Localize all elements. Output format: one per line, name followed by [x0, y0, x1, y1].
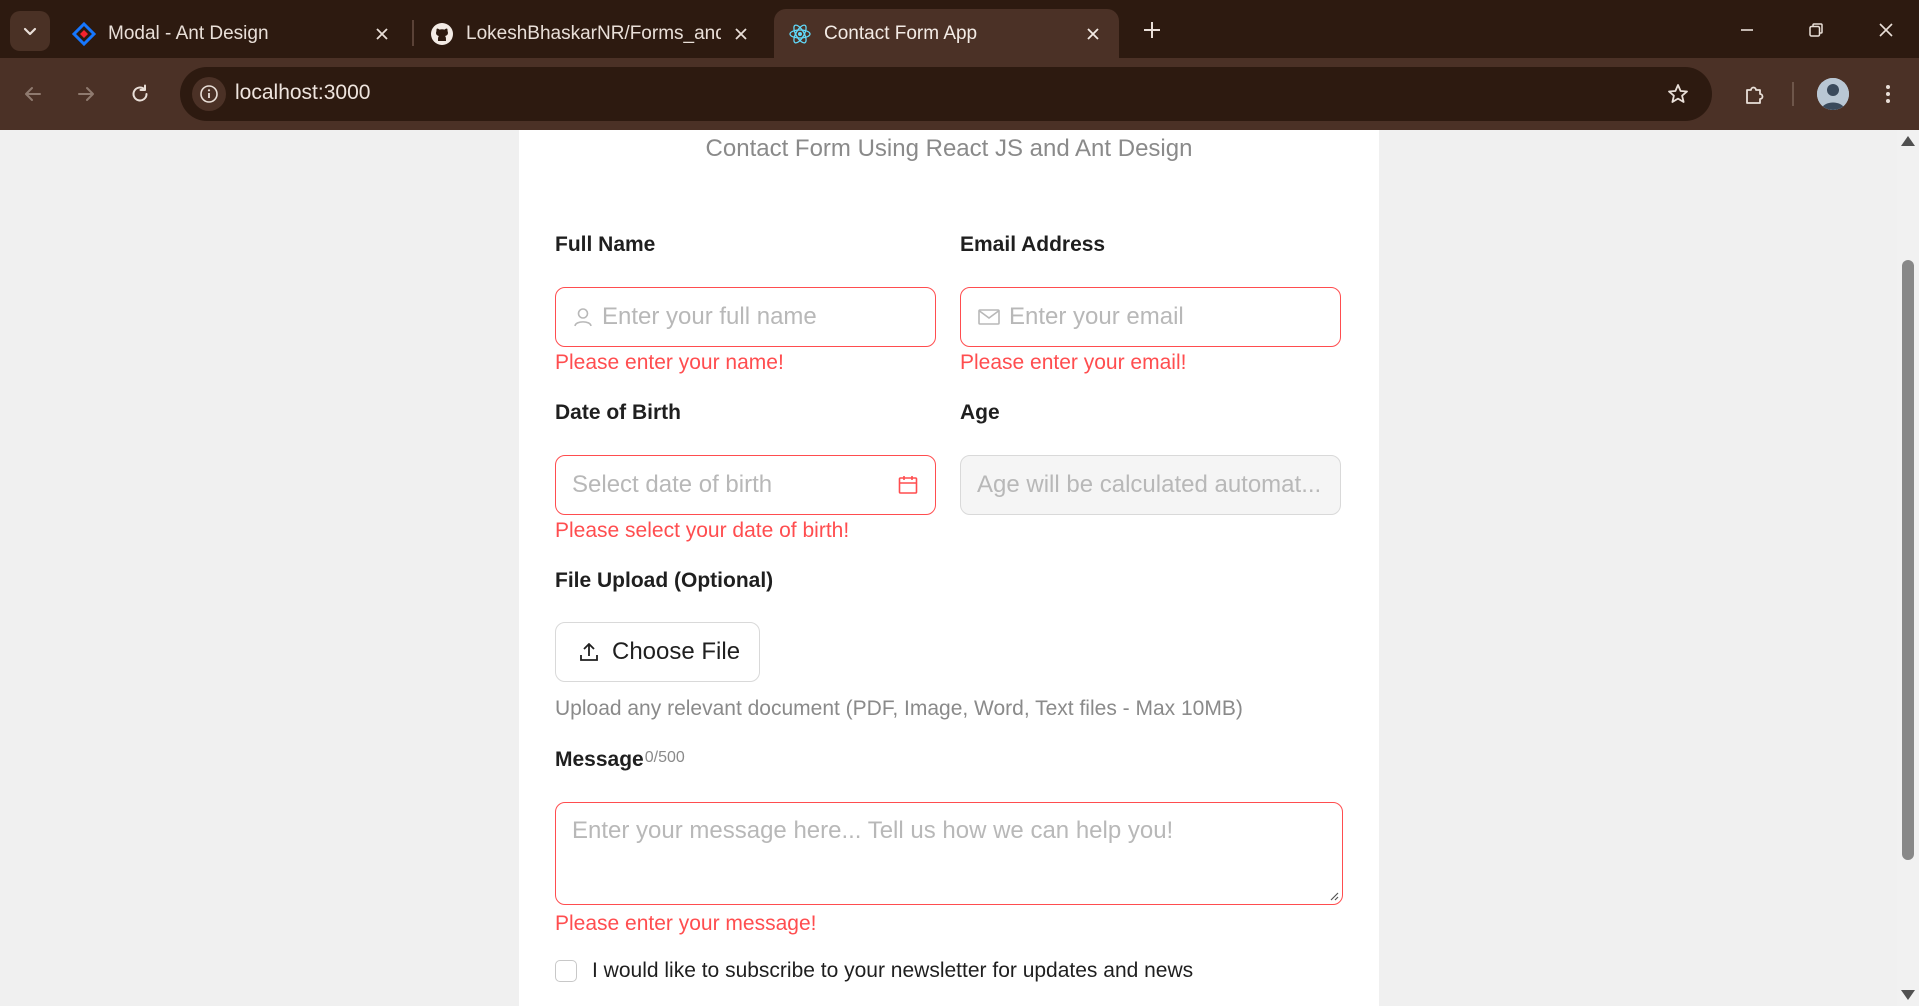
info-icon	[200, 85, 218, 103]
message-label: Message0/500	[555, 748, 685, 772]
contact-form-card: Contact Form Using React JS and Ant Desi…	[519, 130, 1379, 1006]
email-input[interactable]: Enter your email	[960, 287, 1341, 347]
choose-file-label: Choose File	[612, 638, 741, 665]
message-char-counter: 0/500	[644, 749, 685, 766]
plus-icon	[1144, 22, 1160, 38]
arrow-right-icon	[78, 87, 94, 101]
react-logo-icon	[788, 22, 812, 46]
ant-design-logo-icon	[72, 21, 96, 46]
reload-icon	[132, 84, 148, 102]
extensions-button[interactable]	[1735, 74, 1775, 114]
page-viewport: Contact Form Using React JS and Ant Desi…	[0, 130, 1919, 1006]
menu-button[interactable]	[1868, 74, 1908, 114]
tab-title: Contact Form App	[824, 22, 978, 44]
more-vertical-icon	[1886, 85, 1890, 103]
restore-icon	[1809, 23, 1823, 37]
github-icon	[430, 22, 454, 46]
tab-modal-ant-design[interactable]: Modal - Ant Design	[58, 9, 408, 58]
scroll-thumb[interactable]	[1902, 260, 1914, 860]
newsletter-checkbox[interactable]	[555, 960, 577, 982]
tab-search-button[interactable]	[10, 11, 50, 51]
tab-divider	[412, 20, 414, 46]
puzzle-icon	[1746, 86, 1764, 104]
browser-toolbar: localhost:3000	[0, 58, 1919, 130]
full-name-error: Please enter your name!	[555, 351, 784, 374]
message-placeholder: Enter your message here... Tell us how w…	[572, 817, 1174, 844]
bookmark-button[interactable]	[1664, 80, 1692, 108]
user-icon	[572, 306, 594, 328]
file-upload-hint: Upload any relevant document (PDF, Image…	[555, 697, 1243, 720]
resize-handle-icon[interactable]	[1329, 891, 1339, 901]
full-name-input[interactable]: Enter your full name	[555, 287, 936, 347]
age-input: Age will be calculated automat...	[960, 455, 1341, 515]
restore-button[interactable]	[1796, 12, 1836, 48]
email-error: Please enter your email!	[960, 351, 1187, 374]
forward-button[interactable]	[66, 74, 106, 114]
site-info-button[interactable]	[192, 77, 226, 111]
arrow-left-icon	[25, 87, 41, 101]
tab-github[interactable]: LokeshBhaskarNR/Forms_and_U	[416, 9, 766, 58]
scroll-down-arrow-icon[interactable]	[1901, 990, 1915, 1000]
tab-title: Modal - Ant Design	[108, 22, 269, 44]
message-error: Please enter your message!	[555, 912, 817, 935]
email-placeholder: Enter your email	[1009, 303, 1184, 330]
dob-date-picker[interactable]: Select date of birth	[555, 455, 936, 515]
full-name-placeholder: Enter your full name	[602, 303, 817, 330]
message-textarea[interactable]: Enter your message here... Tell us how w…	[555, 802, 1343, 905]
minimize-button[interactable]	[1727, 12, 1767, 48]
form-subtitle: Contact Form Using React JS and Ant Desi…	[705, 135, 1193, 162]
close-icon[interactable]	[731, 22, 753, 46]
chevron-down-icon	[23, 27, 37, 36]
close-window-button[interactable]	[1866, 12, 1906, 48]
calendar-icon	[897, 474, 919, 496]
full-name-label: Full Name	[555, 233, 656, 256]
tab-title: LokeshBhaskarNR/Forms_and_U	[466, 22, 721, 44]
url-text: localhost:3000	[235, 81, 371, 104]
message-label-text: Message	[555, 748, 644, 771]
new-tab-button[interactable]	[1137, 15, 1167, 45]
star-icon	[1668, 84, 1688, 103]
dob-error: Please select your date of birth!	[555, 519, 850, 542]
newsletter-label[interactable]: I would like to subscribe to your newsle…	[592, 959, 1193, 983]
avatar-icon	[1817, 78, 1849, 110]
reload-button[interactable]	[120, 74, 160, 114]
profile-avatar[interactable]	[1817, 78, 1849, 110]
page-scrollbar[interactable]	[1897, 130, 1919, 1006]
toolbar-divider	[1792, 82, 1794, 106]
close-icon[interactable]	[1081, 22, 1105, 46]
scroll-up-arrow-icon[interactable]	[1901, 136, 1915, 146]
upload-icon	[580, 643, 598, 661]
choose-file-button[interactable]: Choose File	[555, 622, 760, 682]
dob-label: Date of Birth	[555, 401, 681, 424]
back-button[interactable]	[13, 74, 53, 114]
age-placeholder: Age will be calculated automat...	[977, 471, 1322, 498]
file-upload-label: File Upload (Optional)	[555, 569, 774, 592]
minimize-icon	[1741, 29, 1753, 31]
dob-placeholder: Select date of birth	[572, 471, 773, 498]
tab-contact-form-app[interactable]: Contact Form App	[774, 9, 1119, 58]
age-label: Age	[960, 401, 1000, 424]
email-label: Email Address	[960, 233, 1106, 256]
mail-icon	[977, 306, 1001, 328]
close-icon[interactable]	[370, 22, 394, 46]
close-icon	[1879, 23, 1893, 37]
browser-tab-bar: Modal - Ant Design LokeshBhaskarNR/Forms…	[0, 0, 1919, 58]
address-bar[interactable]: localhost:3000	[180, 67, 1712, 121]
